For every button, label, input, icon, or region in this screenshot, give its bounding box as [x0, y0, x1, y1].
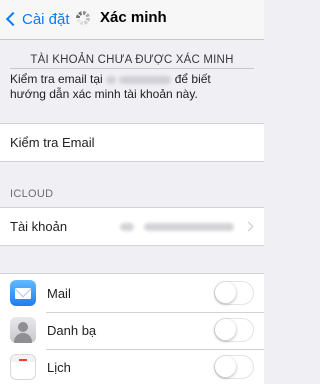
app-list: Mail Danh bạ Lịch: [0, 274, 264, 384]
verify-desc-suffix: để biết: [174, 72, 211, 86]
mail-toggle[interactable]: [214, 281, 254, 305]
unverified-header: TÀI KHOẢN CHƯA ĐƯỢC XÁC MINH: [30, 54, 234, 66]
chevron-left-icon: [5, 11, 21, 27]
redacted-text: [106, 75, 117, 84]
toggle-knob: [215, 356, 236, 377]
contacts-toggle[interactable]: [214, 318, 254, 342]
verify-desc-line2: hướng dẫn xác minh tài khoản này.: [10, 87, 198, 101]
calendar-toggle[interactable]: [214, 355, 254, 379]
check-email-label: Kiểm tra Email: [10, 135, 95, 150]
chevron-right-icon: [243, 221, 254, 232]
check-email-cell[interactable]: Kiểm tra Email: [0, 124, 264, 161]
navigation-bar: Cài đặt Xác minh: [0, 0, 264, 40]
divider: [0, 245, 264, 246]
verify-description: Kiểm tra email tại để biết hướng dẫn xác…: [10, 72, 260, 102]
back-button[interactable]: Cài đặt: [4, 8, 70, 30]
mail-icon: [10, 280, 36, 306]
loading-spinner-icon: [76, 11, 90, 25]
divider: [46, 312, 264, 313]
calendar-icon: [10, 354, 36, 380]
divider: [0, 161, 264, 162]
app-label-mail: Mail: [47, 286, 71, 301]
divider: [10, 68, 254, 69]
contacts-icon: [10, 317, 36, 343]
icloud-group-label: ICLOUD: [10, 188, 54, 200]
page-title: Xác minh: [100, 9, 167, 26]
account-label: Tài khoản: [10, 219, 68, 234]
redacted-email: [119, 75, 172, 84]
app-label-calendar: Lịch: [47, 360, 71, 375]
redacted-account-email: [144, 223, 234, 231]
redacted-text: [120, 223, 134, 231]
verify-desc-prefix: Kiểm tra email tại: [10, 72, 103, 86]
icloud-account-cell[interactable]: Tài khoản: [0, 208, 264, 245]
back-button-label: Cài đặt: [22, 10, 70, 28]
divider: [46, 349, 264, 350]
toggle-knob: [215, 282, 236, 303]
toggle-knob: [215, 319, 236, 340]
app-label-contacts: Danh bạ: [47, 323, 97, 338]
